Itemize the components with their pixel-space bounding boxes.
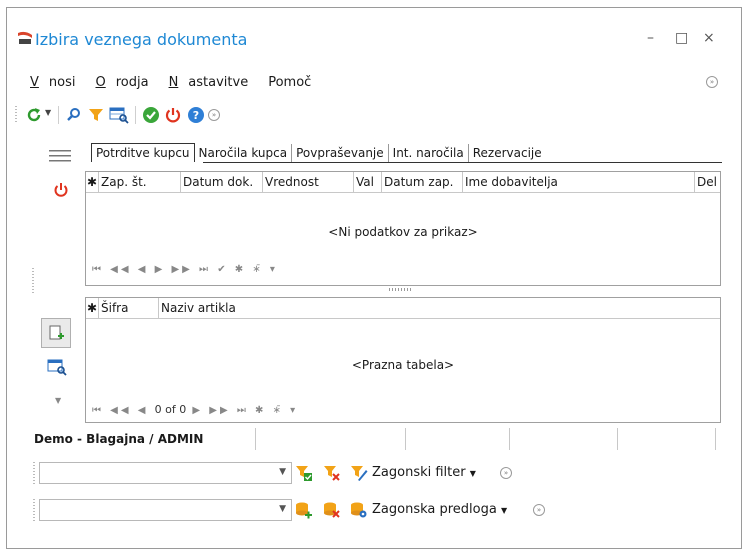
chevron-down-icon: ▼ <box>469 469 476 478</box>
add-template-icon[interactable] <box>295 501 313 519</box>
filter-icon[interactable] <box>87 106 105 124</box>
grid-navigator[interactable]: ⏮ ◀◀ ◀ ▶ ▶▶ ⏭ ✔ ✱ ∗̄ ▾ <box>92 264 278 275</box>
articles-grid: ✱ Šifra Naziv artikla <Prazna tabela> ⏮ … <box>85 297 721 423</box>
tab-rezervacije[interactable]: Rezervacije <box>469 144 546 162</box>
new-document-button[interactable] <box>41 318 71 348</box>
app-logo-icon <box>18 31 32 44</box>
confirm-icon[interactable] <box>142 106 160 124</box>
tab-potrditve-kupcu[interactable]: Potrditve kupcu <box>91 143 195 162</box>
chevron-down-icon[interactable]: ▼ <box>279 467 286 477</box>
grid-select-all-icon[interactable]: ✱ <box>86 172 99 192</box>
template-overflow-icon[interactable]: » <box>533 504 545 516</box>
refresh-dropdown-arrow-icon[interactable]: ▼ <box>45 108 51 117</box>
menu-orodja[interactable]: Orodja <box>95 75 158 90</box>
header-divider <box>86 318 720 319</box>
new-document-icon <box>49 325 64 340</box>
grid-select-all-icon[interactable]: ✱ <box>86 298 99 318</box>
tab-povprasevanje[interactable]: Povpraševanje <box>292 144 389 162</box>
maximize-button[interactable]: □ <box>675 30 688 46</box>
edit-filter-icon[interactable] <box>350 464 368 482</box>
toolbar-separator <box>135 106 136 124</box>
tab-strip: Potrditve kupcu Naročila kupca Povpraševan… <box>91 143 546 162</box>
status-separator <box>715 428 716 450</box>
status-separator <box>255 428 256 450</box>
table-search-side-icon[interactable] <box>47 358 67 376</box>
chevron-down-icon: ▼ <box>500 506 508 515</box>
header-divider <box>86 192 720 193</box>
refresh-icon[interactable] <box>25 106 43 124</box>
status-separator <box>405 428 406 450</box>
empty-table-text: <Prazna tabela> <box>351 358 455 372</box>
status-text: Demo - Blagajna / ADMIN <box>34 432 204 446</box>
nav-back-buttons[interactable]: ⏮ ◀◀ ◀ <box>92 405 148 416</box>
side-expand-arrow-icon[interactable]: ▼ <box>55 396 61 405</box>
tab-int-narocila[interactable]: Int. naročila <box>389 144 469 162</box>
startup-template-label[interactable]: Zagonska predloga ▼ <box>372 502 507 517</box>
power-side-icon[interactable] <box>53 182 69 198</box>
menu-vnosi[interactable]: Vnosi <box>30 75 85 90</box>
startup-filter-label[interactable]: Zagonski filter ▼ <box>372 465 476 480</box>
template-combo[interactable]: ▼ <box>39 499 292 521</box>
column-header[interactable]: Vrednost <box>263 172 354 192</box>
window-title: Izbira veznega dokumenta <box>35 30 248 49</box>
status-separator <box>509 428 510 450</box>
column-header[interactable]: Zap. št. <box>99 172 181 192</box>
status-separator <box>617 428 618 450</box>
tab-narocila-kupca[interactable]: Naročila kupca <box>195 144 293 162</box>
documents-grid: ✱ Zap. št. Datum dok. Vrednost Val Datum… <box>85 171 721 286</box>
help-icon[interactable]: ? <box>187 106 205 124</box>
column-header[interactable]: Naziv artikla <box>159 298 720 318</box>
column-header[interactable]: Šifra <box>99 298 159 318</box>
toolbar-separator <box>58 106 59 124</box>
filter-combo[interactable]: ▼ <box>39 462 292 484</box>
tab-underline <box>203 162 722 163</box>
menu-bar: Vnosi Orodja Nastavitve Pomoč <box>30 75 321 90</box>
svg-text:?: ? <box>193 109 199 122</box>
column-header[interactable]: Datum zap. <box>382 172 463 192</box>
clear-filter-icon[interactable] <box>323 464 341 482</box>
menu-overflow-icon[interactable]: » <box>706 76 718 88</box>
nav-forward-buttons[interactable]: ▶ ▶▶ ⏭ ✱ ∗̄ ▾ <box>192 405 298 416</box>
column-header[interactable]: Datum dok. <box>181 172 263 192</box>
startup-filter-text: Zagonski filter <box>372 465 466 480</box>
menu-nastavitve[interactable]: Nastavitve <box>169 75 259 90</box>
chevron-down-icon[interactable]: ▼ <box>279 504 286 514</box>
startup-template-text: Zagonska predloga <box>372 502 497 517</box>
grid-navigator[interactable]: ⏮ ◀◀ ◀ 0 of 0 ▶ ▶▶ ⏭ ✱ ∗̄ ▾ <box>92 403 298 416</box>
empty-grid-text: <Ni podatkov za prikaz> <box>328 225 478 239</box>
dialog-window: Izbira veznega dokumenta – □ × Vnosi Orod… <box>6 7 742 549</box>
filter-grip[interactable] <box>33 462 35 484</box>
toolbar-overflow-icon[interactable]: » <box>208 109 220 121</box>
menu-pomoc[interactable]: Pomoč <box>268 75 311 90</box>
template-grip[interactable] <box>33 499 35 521</box>
minimize-button[interactable]: – <box>647 30 654 46</box>
side-grip[interactable] <box>32 268 34 294</box>
toolbar-grip[interactable] <box>15 106 17 124</box>
filter-overflow-icon[interactable]: » <box>500 467 512 479</box>
delete-template-icon[interactable] <box>323 501 341 519</box>
record-counter: 0 of 0 <box>154 403 187 416</box>
column-header[interactable]: Val <box>354 172 382 192</box>
splitter-handle[interactable] <box>389 288 413 291</box>
hamburger-menu-icon[interactable] <box>49 149 71 163</box>
search-icon[interactable] <box>65 106 83 124</box>
template-settings-icon[interactable] <box>350 501 368 519</box>
table-search-icon[interactable] <box>109 106 129 124</box>
power-icon[interactable] <box>164 106 182 124</box>
column-header[interactable]: Del <box>695 172 720 192</box>
apply-filter-icon[interactable] <box>295 464 313 482</box>
column-header[interactable]: Ime dobavitelja <box>463 172 695 192</box>
close-button[interactable]: × <box>703 30 715 46</box>
